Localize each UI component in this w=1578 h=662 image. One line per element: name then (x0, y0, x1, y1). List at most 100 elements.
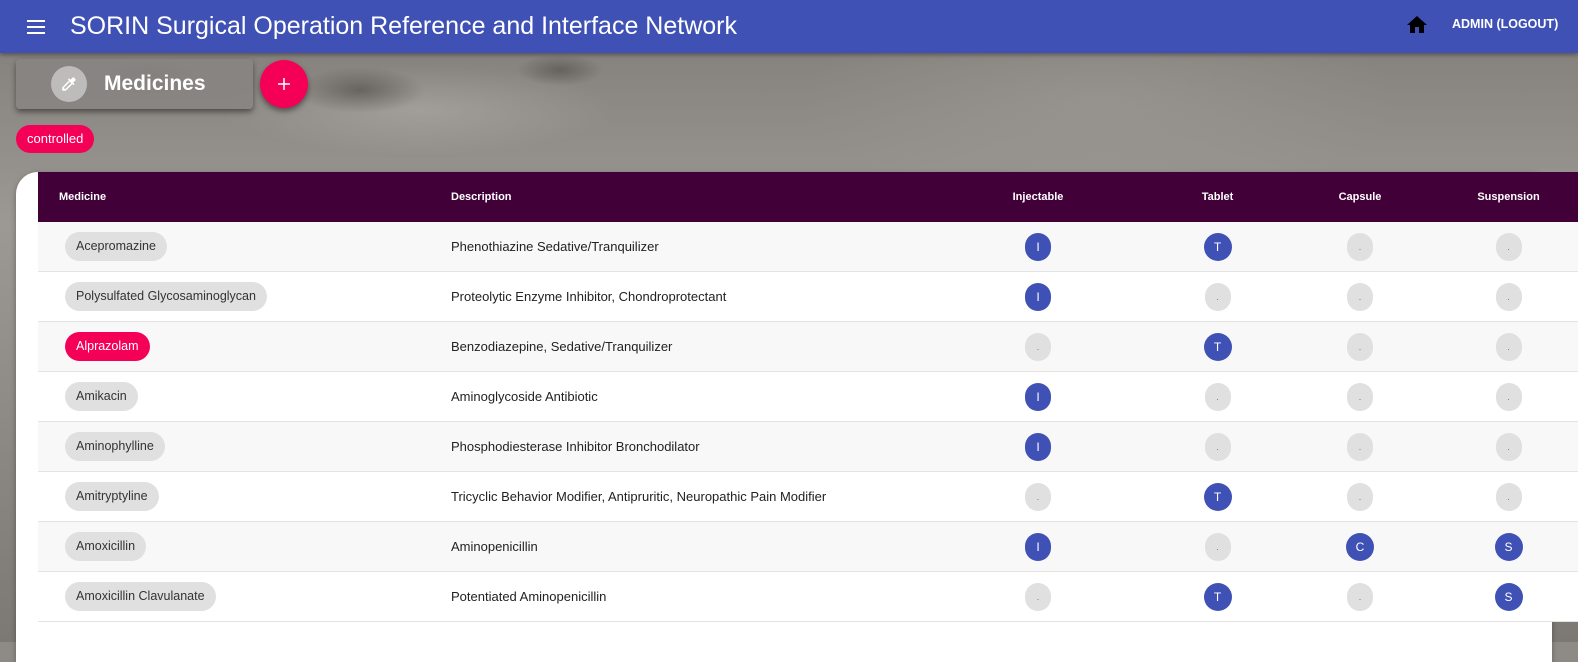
tablet-badge: . (1204, 532, 1231, 561)
user-logout-link[interactable]: ADMIN (LOGOUT) (1452, 17, 1558, 31)
injectable-cell: . (915, 571, 1145, 622)
medicine-cell: Polysulfated Glycosaminoglycan (38, 271, 430, 322)
tablet-badge: T (1203, 582, 1232, 611)
hamburger-icon[interactable] (21, 0, 51, 53)
medicine-name-chip[interactable]: Aminophylline (65, 432, 165, 461)
column-header-description[interactable]: Description (430, 172, 915, 222)
description-cell: Proteolytic Enzyme Inhibitor, Chondropro… (430, 271, 915, 322)
capsule-badge: C (1346, 532, 1374, 561)
tablet-badge: T (1203, 332, 1232, 361)
column-header-capsule[interactable]: Capsule (1290, 172, 1430, 222)
injectable-cell: I (915, 371, 1145, 422)
tablet-cell: T (1145, 571, 1290, 622)
tablet-cell: T (1145, 321, 1290, 372)
capsule-cell: . (1290, 222, 1430, 272)
suspension-cell: . (1430, 222, 1578, 272)
capsule-cell: . (1290, 571, 1430, 622)
capsule-cell: . (1290, 421, 1430, 472)
table-row[interactable]: Amoxicillin Clavulanate Potentiated Amino… (38, 571, 1578, 622)
medicine-cell: Amoxicillin Clavulanate (38, 571, 430, 622)
description-cell: Phosphodiesterase Inhibitor Bronchodilat… (430, 421, 915, 472)
page-header-card: Medicines (16, 59, 253, 109)
suspension-cell: . (1430, 321, 1578, 372)
capsule-cell: . (1290, 471, 1430, 522)
suspension-badge: . (1495, 332, 1522, 361)
injectable-cell: I (915, 421, 1145, 472)
suspension-cell: . (1430, 371, 1578, 422)
capsule-cell: C (1290, 521, 1430, 572)
tablet-cell: . (1145, 521, 1290, 572)
injectable-badge: I (1025, 382, 1051, 411)
injectable-cell: I (915, 521, 1145, 572)
medicines-table: Medicine Description Injectable Tablet C… (38, 172, 1578, 622)
description-cell: Potentiated Aminopenicillin (430, 571, 915, 622)
description-cell: Tricyclic Behavior Modifier, Antipruriti… (430, 471, 915, 522)
table-row[interactable]: Amoxicillin Aminopenicillin I. C S (38, 521, 1578, 572)
suspension-cell: . (1430, 421, 1578, 472)
medicine-cell: Amitryptyline (38, 471, 430, 522)
medicine-name-chip[interactable]: Amoxicillin Clavulanate (65, 582, 216, 611)
injectable-badge: . (1025, 332, 1051, 361)
medicine-name-chip[interactable]: Amoxicillin (65, 532, 147, 561)
medicine-name-chip[interactable]: Polysulfated Glycosaminoglycan (65, 282, 267, 311)
home-icon[interactable] (1405, 13, 1429, 37)
suspension-cell: . (1430, 471, 1578, 522)
medicine-name-chip[interactable]: Alprazolam (65, 332, 150, 361)
suspension-badge: S (1494, 582, 1523, 611)
capsule-cell: . (1290, 371, 1430, 422)
description-cell: Benzodiazepine, Sedative/Tranquilizer (430, 321, 915, 372)
injectable-cell: . (915, 321, 1145, 372)
table-row[interactable]: Aminophylline Phosphodiesterase Inhibitor… (38, 421, 1578, 472)
medicine-cell: Alprazolam (38, 321, 430, 372)
medicine-name-chip[interactable]: Acepromazine (65, 232, 167, 261)
column-header-injectable[interactable]: Injectable (915, 172, 1145, 222)
app-title: SORIN Surgical Operation Reference and I… (70, 12, 737, 40)
eyedropper-icon (51, 66, 87, 102)
tablet-cell: . (1145, 421, 1290, 472)
injectable-badge: I (1025, 282, 1051, 311)
injectable-cell: I (915, 271, 1145, 322)
injectable-badge: . (1025, 582, 1051, 611)
description-cell: Phenothiazine Sedative/Tranquilizer (430, 222, 915, 272)
table-row[interactable]: Acepromazine Phenothiazine Sedative/Tranq… (38, 222, 1578, 272)
app-bar: SORIN Surgical Operation Reference and I… (0, 0, 1578, 53)
medicine-cell: Aminophylline (38, 421, 430, 472)
suspension-badge: . (1495, 432, 1522, 461)
tablet-cell: T (1145, 471, 1290, 522)
medicine-cell: Acepromazine (38, 222, 430, 272)
add-medicine-button[interactable] (260, 60, 308, 108)
tablet-cell: . (1145, 371, 1290, 422)
suspension-badge: . (1495, 482, 1522, 511)
capsule-badge: . (1347, 582, 1373, 611)
tablet-badge: T (1203, 482, 1232, 511)
medicine-cell: Amikacin (38, 371, 430, 422)
capsule-badge: . (1347, 432, 1373, 461)
suspension-cell: . (1430, 271, 1578, 322)
table-row[interactable]: Amitryptyline Tricyclic Behavior Modifier… (38, 471, 1578, 522)
column-header-tablet[interactable]: Tablet (1145, 172, 1290, 222)
medicine-name-chip[interactable]: Amikacin (65, 382, 138, 411)
tablet-badge: T (1203, 232, 1232, 261)
description-cell: Aminoglycoside Antibiotic (430, 371, 915, 422)
capsule-badge: . (1347, 282, 1373, 311)
capsule-cell: . (1290, 271, 1430, 322)
medicine-cell: Amoxicillin (38, 521, 430, 572)
page-title: Medicines (104, 72, 206, 95)
injectable-cell: . (915, 471, 1145, 522)
description-cell: Aminopenicillin (430, 521, 915, 572)
table-row[interactable]: Polysulfated Glycosaminoglycan Proteolyti… (38, 271, 1578, 322)
tablet-badge: . (1204, 432, 1231, 461)
tablet-badge: . (1204, 282, 1231, 311)
column-header-suspension[interactable]: Suspension (1430, 172, 1578, 222)
suspension-badge: . (1495, 232, 1522, 261)
table-row[interactable]: Alprazolam Benzodiazepine, Sedative/Tranq… (38, 321, 1578, 372)
column-header-medicine[interactable]: Medicine (38, 172, 430, 222)
tablet-cell: T (1145, 222, 1290, 272)
injectable-badge: I (1025, 232, 1051, 261)
table-header-row: Medicine Description Injectable Tablet C… (38, 172, 1578, 222)
medicine-name-chip[interactable]: Amitryptyline (65, 482, 159, 511)
filter-chip-controlled[interactable]: controlled (16, 125, 95, 153)
table-row[interactable]: Amikacin Aminoglycoside Antibiotic I... (38, 371, 1578, 422)
suspension-badge: . (1495, 382, 1522, 411)
suspension-badge: S (1494, 532, 1523, 561)
